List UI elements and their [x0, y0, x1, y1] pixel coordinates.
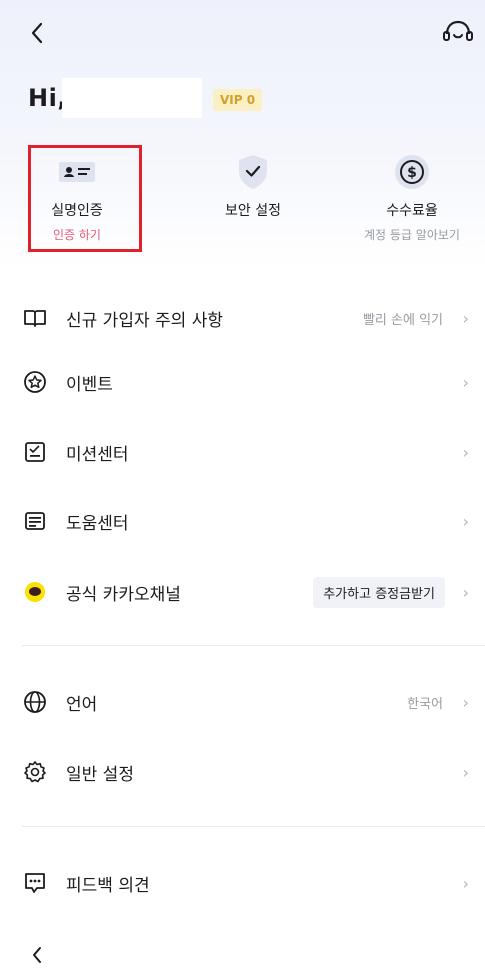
gear-icon: [22, 759, 48, 785]
highlight-box: [28, 145, 142, 252]
menu-row-event[interactable]: 이벤트 ›: [0, 356, 485, 408]
fee-rate-button[interactable]: $ 수수료율 계정 등급 알아보기: [342, 150, 482, 243]
menu-row-new-user-notice[interactable]: 신규 가입자 주의 사항 빨리 손에 익기 ›: [0, 292, 485, 344]
menu-right-text: 빨리 손에 익기: [362, 312, 443, 328]
back-arrow-icon[interactable]: [22, 940, 52, 970]
chevron-right-icon: ›: [462, 372, 469, 392]
menu-row-mission-center[interactable]: 미션센터 ›: [0, 426, 485, 478]
chevron-right-icon: ›: [462, 442, 469, 462]
chevron-right-icon: ›: [462, 692, 469, 712]
checklist-icon: [22, 439, 48, 465]
fee-sublabel: 계정 등급 알아보기: [364, 228, 460, 242]
menu-row-language[interactable]: 언어 한국어 ›: [0, 676, 485, 728]
menu-label: 공식 카카오채널: [66, 584, 181, 605]
chevron-right-icon: ›: [462, 511, 469, 531]
menu-label: 언어: [66, 694, 98, 715]
document-icon: [22, 508, 48, 534]
menu-label: 일반 설정: [66, 764, 134, 785]
add-kakao-bonus-button[interactable]: 추가하고 증정금받기: [313, 576, 445, 608]
globe-icon: [22, 689, 48, 715]
menu-label: 미션센터: [66, 444, 129, 465]
book-icon: [22, 305, 48, 331]
fee-label: 수수료율: [386, 203, 438, 219]
vip-badge[interactable]: VIP 0: [213, 89, 263, 111]
menu-row-help-center[interactable]: 도움센터 ›: [0, 495, 485, 547]
security-settings-button[interactable]: 보안 설정: [178, 150, 328, 220]
coin-dollar-icon: $: [342, 150, 482, 194]
chevron-right-icon: ›: [462, 582, 469, 602]
username-mask: [62, 78, 202, 118]
security-label: 보안 설정: [225, 203, 281, 219]
svg-text:$: $: [407, 165, 417, 181]
chevron-right-icon: ›: [462, 308, 469, 328]
menu-row-kakao-channel[interactable]: 공식 카카오채널 추가하고 증정금받기 ›: [0, 566, 485, 618]
feedback-icon: [22, 870, 48, 896]
menu-label: 피드백 의견: [66, 875, 150, 896]
shield-check-icon: [178, 150, 328, 194]
menu-label: 이벤트: [66, 374, 113, 395]
section-divider: [22, 826, 485, 827]
customer-support-headset-icon[interactable]: [440, 16, 476, 50]
section-divider: [22, 645, 485, 646]
menu-label: 도움센터: [66, 513, 129, 534]
chevron-right-icon: ›: [462, 873, 469, 893]
kakao-talk-icon: [22, 579, 48, 605]
back-arrow-icon[interactable]: [20, 16, 54, 50]
star-badge-icon: [22, 369, 48, 395]
menu-row-general-settings[interactable]: 일반 설정 ›: [0, 746, 485, 798]
menu-label: 신규 가입자 주의 사항: [66, 310, 223, 331]
chevron-right-icon: ›: [462, 762, 469, 782]
menu-right-text: 한국어: [407, 696, 443, 712]
menu-row-feedback[interactable]: 피드백 의견 ›: [0, 857, 485, 909]
